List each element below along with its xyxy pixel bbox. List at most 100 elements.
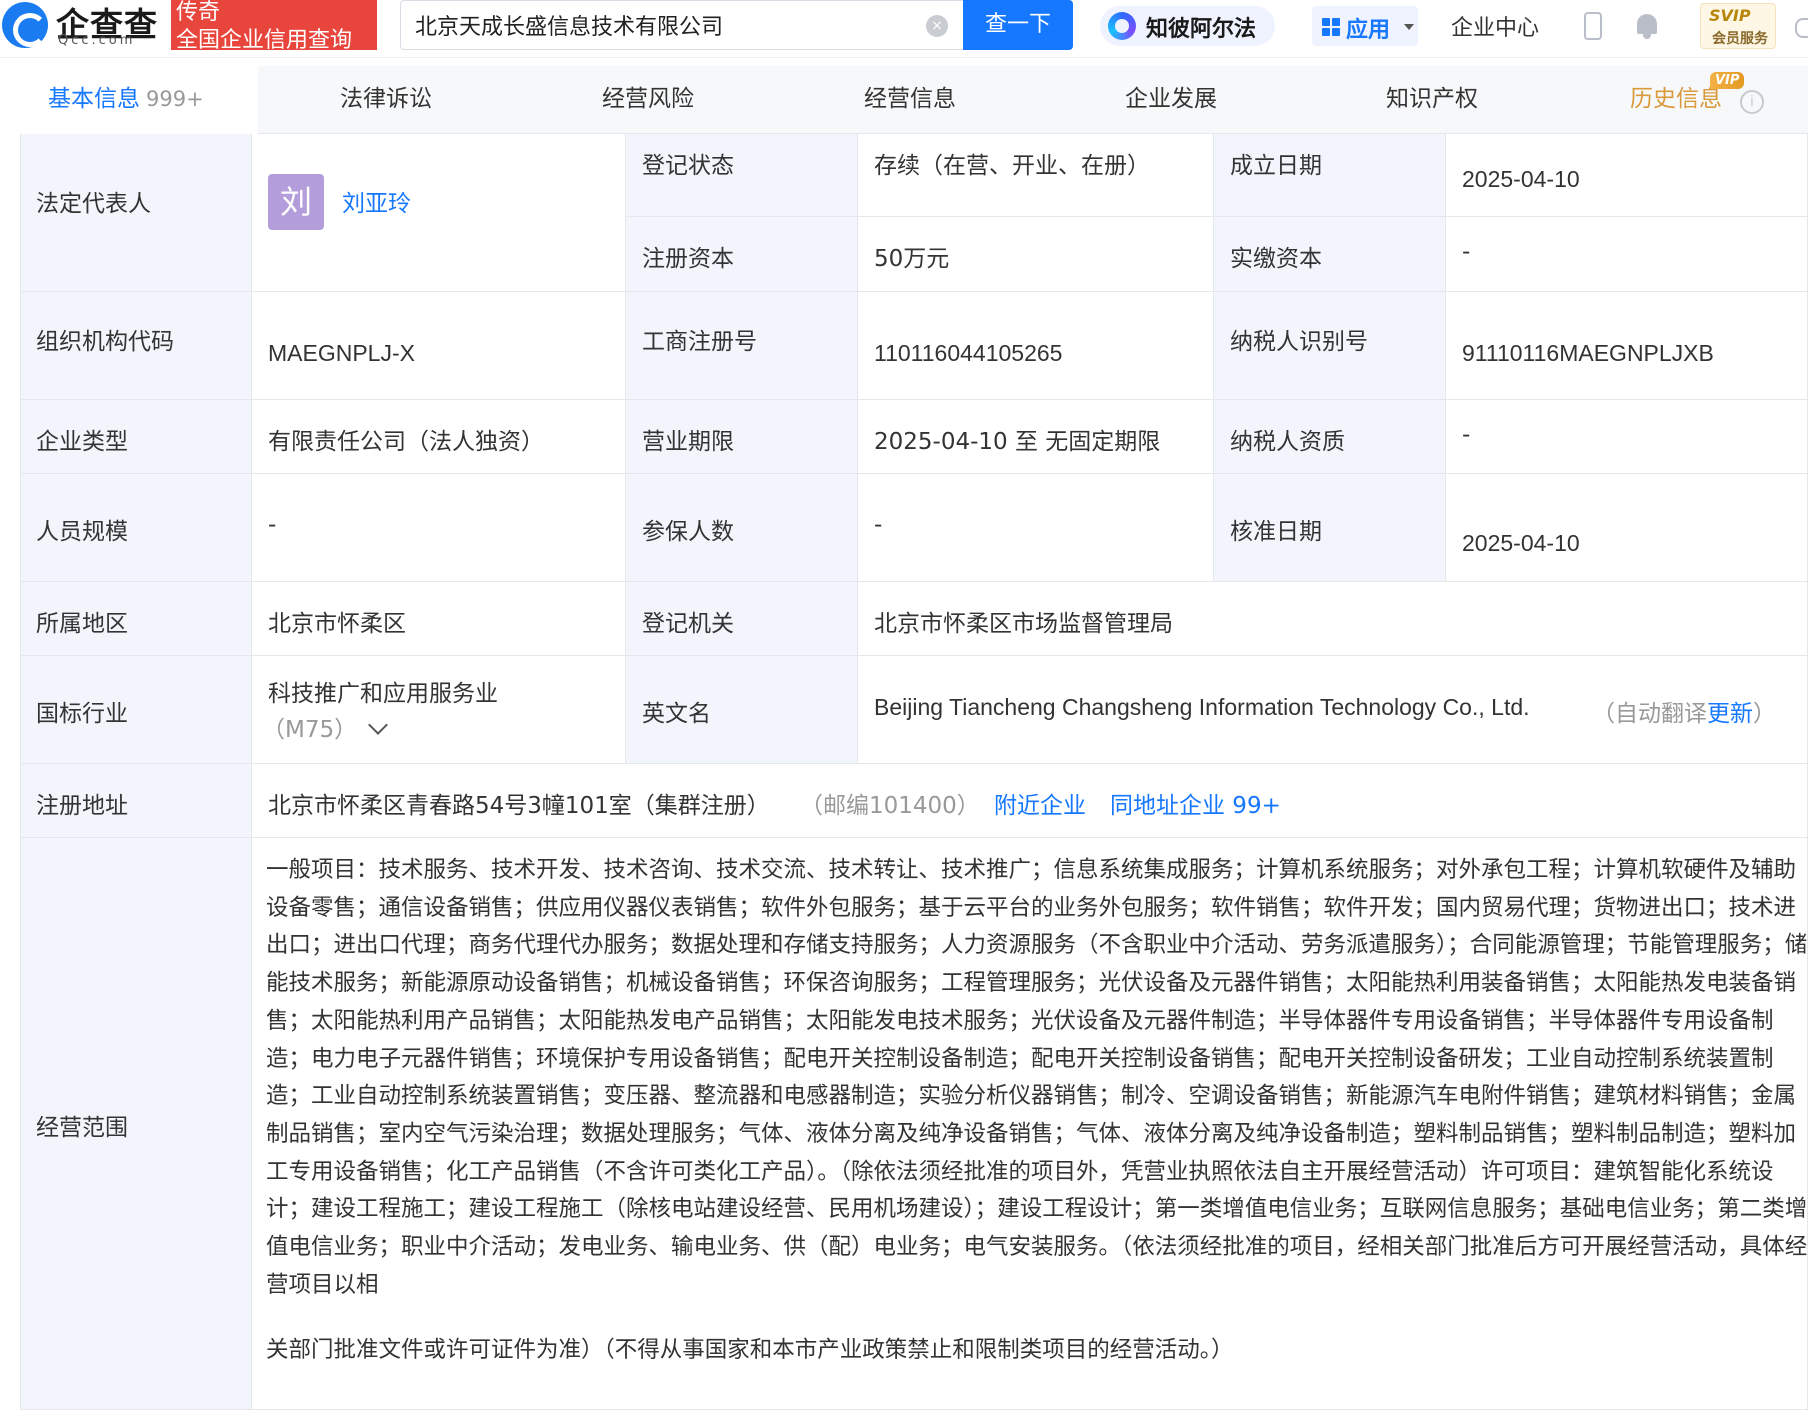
clear-icon[interactable]: × <box>926 15 948 37</box>
address-label-cell: 注册地址 <box>20 764 252 838</box>
insured-label-cell: 参保人数 <box>626 474 858 582</box>
tab-legal-litigation[interactable]: 法律诉讼 <box>340 66 432 134</box>
business-scope-main: 一般项目：技术服务、技术开发、技术咨询、技术交流、技术转让、技术推广；信息系统集… <box>266 857 1808 1298</box>
tab-operating-info[interactable]: 经营信息 <box>864 66 956 134</box>
auto-translate-suffix: ） <box>1753 701 1776 727</box>
tab-development[interactable]: 企业发展 <box>1125 66 1217 134</box>
org-code-value: MAEGNPLJ-X <box>268 340 415 366</box>
postal-code: （邮编101400） <box>800 793 980 819</box>
zhipi-alpha-label: 知彼阿尔法 <box>1146 17 1257 42</box>
zhipi-alpha-button[interactable]: 知彼阿尔法 <box>1100 6 1275 46</box>
approval-date-label-cell: 核准日期 <box>1214 474 1446 582</box>
enterprise-center-link[interactable]: 企业中心 <box>1451 10 1539 42</box>
industry-code[interactable]: （M75） <box>262 710 389 744</box>
region-value: 北京市怀柔区 <box>268 611 406 637</box>
org-code-value-cell: MAEGNPLJ-X <box>252 292 626 400</box>
industry-label: 国标行业 <box>36 701 128 727</box>
paid-capital-label: 实缴资本 <box>1230 246 1322 272</box>
status-label: 登记状态 <box>642 153 734 179</box>
biz-reg-no-value: 110116044105265 <box>874 340 1063 366</box>
legend-badge-line2: 全国企业信用查询 <box>176 28 353 53</box>
legal-rep-link[interactable]: 刘亚玲 <box>342 184 411 218</box>
avatar[interactable]: 刘 <box>268 174 324 230</box>
status-label-cell: 登记状态 <box>626 134 858 217</box>
auto-translate-prefix: （自动翻译 <box>1592 701 1707 727</box>
industry-code-text: （M75） <box>262 717 358 743</box>
company-type-label-cell: 企业类型 <box>20 400 252 474</box>
update-translation-link[interactable]: 更新 <box>1707 701 1753 727</box>
founded-label-cell: 成立日期 <box>1214 134 1446 217</box>
chevron-down-icon[interactable] <box>368 715 389 735</box>
scope-label-cell: 经营范围 <box>20 838 252 1410</box>
search-button[interactable]: 查一下 <box>963 0 1073 50</box>
authority-value-cell: 北京市怀柔区市场监督管理局 <box>858 582 1808 656</box>
address-value-cell: 北京市怀柔区青春路54号3幢101室（集群注册） （邮编101400） 附近企业… <box>252 764 1808 838</box>
authority-value: 北京市怀柔区市场监督管理局 <box>874 611 1173 637</box>
legal-rep-label-cell: 法定代表人 <box>20 134 252 292</box>
industry-label-cell: 国标行业 <box>20 656 252 764</box>
bell-icon[interactable] <box>1634 12 1660 40</box>
tab-intellectual-property[interactable]: 知识产权 <box>1386 66 1478 134</box>
scope-label: 经营范围 <box>36 1115 128 1141</box>
industry-value-cell: 科技推广和应用服务业 （M75） <box>252 656 626 764</box>
mobile-icon[interactable] <box>1584 12 1602 40</box>
caret-down-icon <box>1404 24 1414 30</box>
vip-tag: VIP <box>1710 72 1745 89</box>
approval-date-value-cell: 2025-04-10 <box>1446 474 1808 582</box>
svip-button[interactable]: SVIP 会员服务 <box>1700 3 1776 49</box>
reg-capital-label: 注册资本 <box>642 246 734 272</box>
biz-reg-no-value-cell: 110116044105265 <box>858 292 1214 400</box>
info-icon[interactable]: i <box>1740 90 1764 114</box>
legal-rep-label: 法定代表人 <box>36 191 151 217</box>
status-value: 存续（在营、开业、在册） <box>874 153 1150 179</box>
paid-capital-label-cell: 实缴资本 <box>1214 217 1446 292</box>
term-label-cell: 营业期限 <box>626 400 858 474</box>
taxpayer-qual-label: 纳税人资质 <box>1230 429 1345 455</box>
zhipi-alpha-icon <box>1108 12 1136 40</box>
tab-count: 999+ <box>146 87 204 111</box>
reg-capital-value-cell: 50万元 <box>858 217 1214 292</box>
paid-capital-value: - <box>1462 239 1471 265</box>
truncated-icon[interactable] <box>1795 18 1808 38</box>
english-name-value: Beijing Tiancheng Changsheng Information… <box>874 694 1530 720</box>
legend-badge[interactable]: 传奇 全国企业信用查询 <box>171 0 377 53</box>
legal-rep-value-cell: 刘 刘亚玲 <box>252 134 626 292</box>
qcc-logo[interactable]: 企查查 Qcc.com <box>2 0 167 50</box>
svip-subtitle: 会员服务 <box>1712 31 1768 47</box>
english-name-value-cell: Beijing Tiancheng Changsheng Information… <box>858 656 1808 764</box>
scope-spacer <box>266 1304 1808 1332</box>
industry-value: 科技推广和应用服务业 <box>268 681 498 707</box>
approval-date-label: 核准日期 <box>1230 519 1322 545</box>
founded-value: 2025-04-10 <box>1462 166 1580 192</box>
tab-basic-info[interactable]: 基本信息 999+ <box>0 66 258 134</box>
insured-value: - <box>874 512 883 538</box>
apps-menu-button[interactable]: 应用 <box>1312 6 1418 46</box>
top-bar: 企查查 Qcc.com 传奇 全国企业信用查询 × 查一下 知彼阿尔法 应用 企… <box>0 0 1808 58</box>
term-value-cell: 2025-04-10 至 无固定期限 <box>858 400 1214 474</box>
nearby-companies-link[interactable]: 附近企业 <box>994 786 1086 820</box>
logo-subtext: Qcc.com <box>58 33 136 48</box>
qcc-logo-icon <box>2 2 48 48</box>
search-input[interactable] <box>415 9 905 41</box>
staff-size-value: - <box>268 512 277 538</box>
address-value: 北京市怀柔区青春路54号3幢101室（集群注册） <box>268 793 770 819</box>
taxpayer-id-label-cell: 纳税人识别号 <box>1214 292 1446 400</box>
term-value: 2025-04-10 至 无固定期限 <box>874 429 1161 455</box>
business-scope-text: 一般项目：技术服务、技术开发、技术咨询、技术交流、技术转让、技术推广；信息系统集… <box>266 852 1808 1370</box>
tab-label: 基本信息 <box>48 86 140 112</box>
tab-operating-risk[interactable]: 经营风险 <box>602 66 694 134</box>
biz-reg-no-label-cell: 工商注册号 <box>626 292 858 400</box>
approval-date-value: 2025-04-10 <box>1462 530 1580 556</box>
tab-history-info[interactable]: 历史信息 <box>1630 66 1722 134</box>
org-code-label-cell: 组织机构代码 <box>20 292 252 400</box>
taxpayer-id-value: 91110116MAEGNPLJXB <box>1462 340 1714 366</box>
same-address-companies-link[interactable]: 同地址企业 99+ <box>1110 786 1281 820</box>
company-type-value-cell: 有限责任公司（法人独资） <box>252 400 626 474</box>
taxpayer-qual-label-cell: 纳税人资质 <box>1214 400 1446 474</box>
address-label: 注册地址 <box>36 793 128 819</box>
search-box: × <box>400 0 963 50</box>
org-code-label: 组织机构代码 <box>36 329 174 355</box>
taxpayer-qual-value: - <box>1462 422 1471 448</box>
staff-size-value-cell: - <box>252 474 626 582</box>
region-label: 所属地区 <box>36 611 128 637</box>
